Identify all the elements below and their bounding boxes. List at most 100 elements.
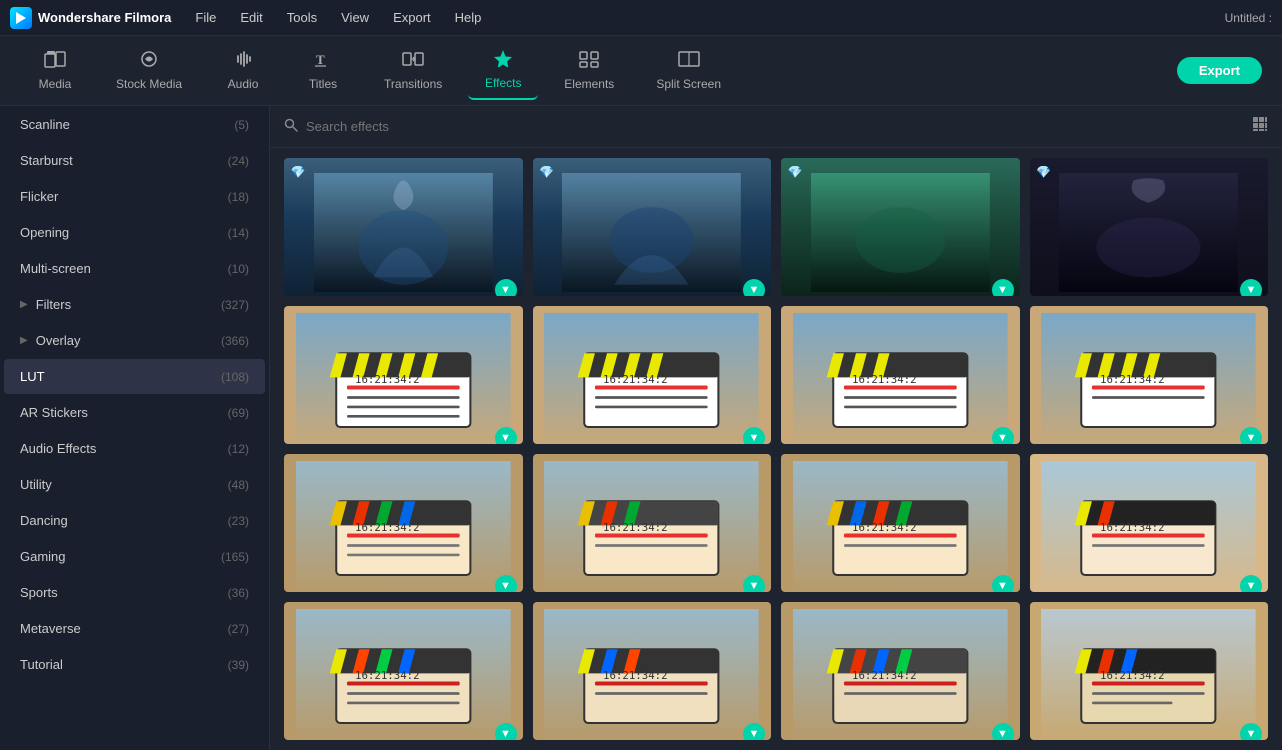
download-btn-7[interactable]: ▼ [992,427,1014,444]
effect-item-movie-14[interactable]: 16:21:34:2 ▼ Movie 14 [1030,602,1269,740]
menu-edit[interactable]: Edit [236,8,266,27]
effect-thumb-13: 16:21:34:2 ▼ [284,602,523,740]
effect-item-movie-12[interactable]: 16:21:34:2 ▼ Movie 12 [533,602,772,740]
svg-text:16:21:34:2: 16:21:34:2 [852,373,917,386]
svg-text:16:21:34:2: 16:21:34:2 [1100,521,1165,534]
download-btn-6[interactable]: ▼ [743,427,765,444]
svg-text:16:21:34:2: 16:21:34:2 [355,521,420,534]
effect-thumb-15: 16:21:34:2 ▼ [781,602,1020,740]
premium-badge-3: 💎 [787,164,803,180]
sidebar-item-lut[interactable]: LUT (108) [4,359,265,394]
menu-tools[interactable]: Tools [283,8,321,27]
sidebar-item-audio-effects[interactable]: Audio Effects (12) [4,431,265,466]
sidebar-item-gaming[interactable]: Gaming (165) [4,539,265,574]
effect-thumb-9: 16:21:34:2 ▼ [284,454,523,592]
effect-item-contemporary-2[interactable]: 💎 ▼ Contemporary Pack Cool... [533,158,772,296]
download-btn-11[interactable]: ▼ [992,575,1014,592]
effect-thumb-7: 16:21:34:2 ▼ [781,306,1020,444]
sidebar-item-starburst[interactable]: Starburst (24) [4,143,265,178]
tool-stock-media[interactable]: Stock Media [100,42,198,99]
elements-icon [578,50,600,73]
tool-split-screen[interactable]: Split Screen [640,42,737,99]
download-btn-8[interactable]: ▼ [1240,427,1262,444]
download-btn-2[interactable]: ▼ [743,279,765,296]
transitions-icon [402,50,424,73]
tool-media[interactable]: Media [20,42,90,99]
media-label: Media [39,77,72,91]
search-icon [284,118,298,135]
svg-text:16:21:34:2: 16:21:34:2 [1100,669,1165,682]
download-btn-3[interactable]: ▼ [992,279,1014,296]
sidebar-item-metaverse[interactable]: Metaverse (27) [4,611,265,646]
audio-icon [232,50,254,73]
svg-text:16:21:34:2: 16:21:34:2 [1100,373,1165,386]
effect-thumb-6: 16:21:34:2 ▼ [533,306,772,444]
effect-thumb-8: 16:21:34:2 ▼ [1030,306,1269,444]
tool-elements[interactable]: Elements [548,42,630,99]
effect-item-movie-2[interactable]: 16:21:34:2 ▼ Movie 2 [533,306,772,444]
menu-view[interactable]: View [337,8,373,27]
download-btn-10[interactable]: ▼ [743,575,765,592]
download-btn-4[interactable]: ▼ [1240,279,1262,296]
tool-audio[interactable]: Audio [208,42,278,99]
download-btn-9[interactable]: ▼ [495,575,517,592]
sidebar-item-ar-stickers[interactable]: AR Stickers (69) [4,395,265,430]
download-btn-1[interactable]: ▼ [495,279,517,296]
effect-item-movie-7[interactable]: 16:21:34:2 ▼ Movie 7 [533,454,772,592]
download-btn-14[interactable]: ▼ [743,723,765,740]
sidebar-item-sports[interactable]: Sports (36) [4,575,265,610]
svg-text:16:21:34:2: 16:21:34:2 [355,373,420,386]
effect-thumb-1: 💎 ▼ [284,158,523,296]
effect-item-contemporary-1[interactable]: 💎 ▼ Contemporary Pack Cool... [284,158,523,296]
effect-item-movie-11[interactable]: 16:21:34:2 ▼ Movie 11 [284,602,523,740]
download-btn-12[interactable]: ▼ [1240,575,1262,592]
effect-item-movie-4[interactable]: 16:21:34:2 ▼ Movie 4 [1030,306,1269,444]
search-input[interactable] [306,119,1244,134]
premium-badge-1: 💎 [290,164,306,180]
sidebar-item-overlay[interactable]: ▶ Overlay (366) [4,323,265,358]
svg-text:16:21:34:2: 16:21:34:2 [355,669,420,682]
sidebar-item-tutorial[interactable]: Tutorial (39) [4,647,265,682]
download-btn-5[interactable]: ▼ [495,427,517,444]
sidebar-item-filters[interactable]: ▶ Filters (327) [4,287,265,322]
sidebar-item-multi-screen[interactable]: Multi-screen (10) [4,251,265,286]
download-btn-16[interactable]: ▼ [1240,723,1262,740]
menu-help[interactable]: Help [451,8,486,27]
tool-titles[interactable]: T Titles [288,42,358,99]
menu-file[interactable]: File [191,8,220,27]
download-btn-13[interactable]: ▼ [495,723,517,740]
svg-text:16:21:34:2: 16:21:34:2 [852,669,917,682]
audio-label: Audio [228,77,259,91]
effect-item-movie-13[interactable]: 16:21:34:2 ▼ Movie 13 [781,602,1020,740]
effect-item-movie-5[interactable]: 16:21:34:2 ▼ Movie 5 [284,454,523,592]
sidebar-item-scanline[interactable]: Scanline (5) [4,107,265,142]
svg-text:T: T [316,52,325,67]
sidebar-item-utility[interactable]: Utility (48) [4,467,265,502]
effect-item-movie-3[interactable]: 16:21:34:2 ▼ Movie 3 [781,306,1020,444]
app-logo-icon [10,7,32,29]
tool-effects[interactable]: Effects [468,41,538,100]
export-button[interactable]: Export [1177,57,1262,84]
content-area: 💎 ▼ Contemporary Pack Cool... 💎 [270,106,1282,750]
stock-media-icon [138,50,160,73]
sidebar-item-opening[interactable]: Opening (14) [4,215,265,250]
grid-view-icon[interactable] [1252,116,1268,137]
premium-badge-4: 💎 [1036,164,1052,180]
titles-label: Titles [309,77,337,91]
download-btn-15[interactable]: ▼ [992,723,1014,740]
project-name: Untitled : [1225,11,1272,25]
stock-media-label: Stock Media [116,77,182,91]
effect-item-contemporary-4[interactable]: 💎 ▼ Contemporary Pack Alien... [1030,158,1269,296]
sidebar-item-flicker[interactable]: Flicker (18) [4,179,265,214]
menu-export[interactable]: Export [389,8,435,27]
transitions-label: Transitions [384,77,442,91]
effect-item-movie-9[interactable]: 16:21:34:2 ▼ Movie 9 [781,454,1020,592]
sidebar-item-dancing[interactable]: Dancing (23) [4,503,265,538]
effect-thumb-3: 💎 ▼ [781,158,1020,296]
effect-item-contemporary-3[interactable]: 💎 ▼ Contemporary Pack Cool... [781,158,1020,296]
toolbar: Media Stock Media Audio T Titles Transit… [0,36,1282,106]
tool-transitions[interactable]: Transitions [368,42,458,99]
effect-item-movie-1[interactable]: 16:21:34:2 ▼ Movie 1 [284,306,523,444]
effect-thumb-5: 16:21:34:2 ▼ [284,306,523,444]
effect-item-movie-10[interactable]: 16:21:34:2 ▼ Movie 10 [1030,454,1269,592]
